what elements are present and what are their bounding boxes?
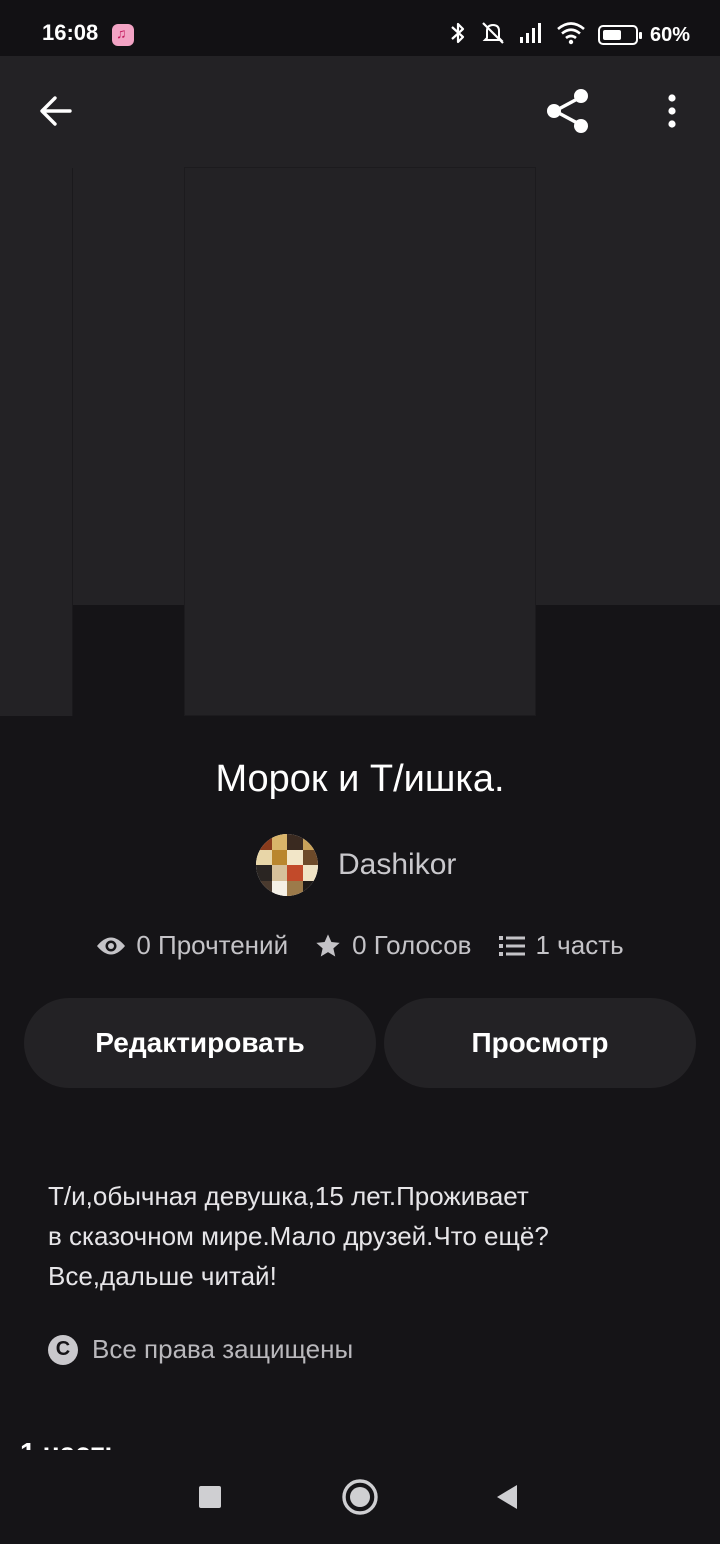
mute-icon xyxy=(480,20,506,51)
description-line: Все,дальше читай! xyxy=(48,1261,277,1291)
back-arrow-icon xyxy=(40,96,72,126)
story-title: Морок и Т/ишка. xyxy=(215,758,505,800)
system-back-button[interactable] xyxy=(482,1472,532,1522)
home-button[interactable] xyxy=(335,1472,385,1522)
description-line: в сказочном мире.Мало друзей.Что ещё? xyxy=(48,1221,549,1251)
star-icon xyxy=(316,933,340,956)
battery-icon xyxy=(597,25,642,45)
eye-icon xyxy=(97,937,126,954)
author-link[interactable]: Dashikor xyxy=(256,834,456,896)
edit-button[interactable]: Редактировать xyxy=(24,998,376,1088)
battery-percent: 60% xyxy=(649,23,690,46)
copyright-text: Все права защищены xyxy=(92,1334,354,1364)
status-bar: 16:08 60% xyxy=(0,0,720,56)
story-cover[interactable] xyxy=(184,167,536,716)
author-avatar xyxy=(256,834,318,896)
cover-previous[interactable] xyxy=(0,168,73,716)
preview-button[interactable]: Просмотр xyxy=(384,998,696,1088)
share-icon xyxy=(547,89,588,133)
signal-icon xyxy=(518,22,544,49)
home-circle-icon xyxy=(342,1479,378,1515)
wifi-icon xyxy=(556,21,586,50)
story-description: Т/и,обычная девушка,15 лет.Проживает в с… xyxy=(48,1176,648,1296)
music-app-icon xyxy=(112,24,134,46)
story-stats: 0 Прочтений 0 Голосов 1 часть xyxy=(0,930,720,961)
status-indicators: 60% xyxy=(448,20,690,50)
status-time: 16:08 xyxy=(42,20,99,45)
votes-stat: 0 Голосов xyxy=(314,930,472,961)
more-vertical-icon xyxy=(668,94,676,128)
share-button[interactable] xyxy=(540,83,596,139)
copyright-icon: C xyxy=(48,1334,78,1365)
bluetooth-icon xyxy=(448,20,468,51)
system-navigation-bar xyxy=(0,1450,720,1544)
list-icon xyxy=(498,935,525,956)
parts-stat: 1 часть xyxy=(498,930,624,961)
reads-count: 0 Прочтений xyxy=(136,930,289,960)
description-line: Т/и,обычная девушка,15 лет.Проживает xyxy=(48,1181,529,1211)
back-button[interactable] xyxy=(28,83,84,139)
recents-square-icon xyxy=(199,1486,221,1508)
battery-fill xyxy=(602,30,621,40)
top-app-bar xyxy=(0,56,720,166)
parts-count: 1 часть xyxy=(535,930,624,960)
more-options-button[interactable] xyxy=(644,83,700,139)
votes-count: 0 Голосов xyxy=(352,930,472,960)
back-triangle-icon xyxy=(497,1485,517,1509)
author-name: Dashikor xyxy=(338,848,457,881)
reads-stat: 0 Прочтений xyxy=(96,930,288,961)
recents-button[interactable] xyxy=(185,1472,235,1522)
copyright-info: C Все права защищены xyxy=(48,1334,353,1365)
